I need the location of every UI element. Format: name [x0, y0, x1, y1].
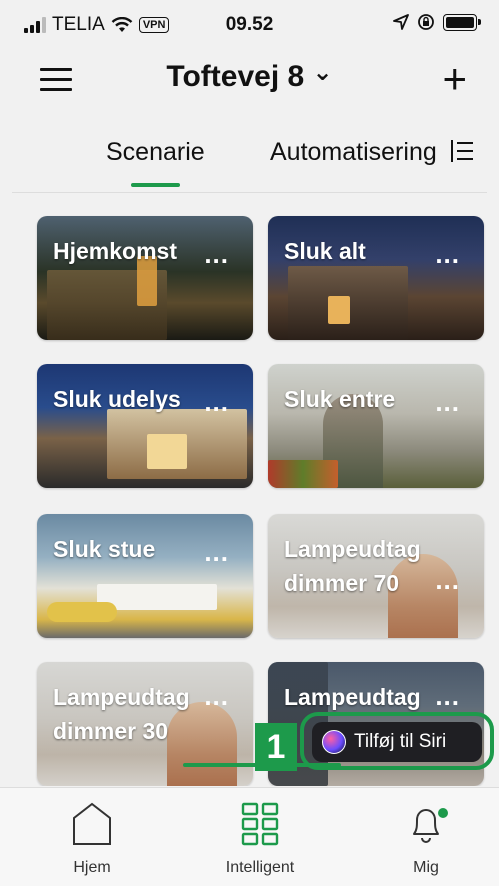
more-options-icon[interactable]: ... — [204, 389, 229, 415]
orientation-lock-icon — [418, 14, 434, 30]
divider — [12, 192, 487, 193]
tab-scenarie[interactable]: Scenarie — [106, 138, 205, 167]
nav-intelligent[interactable]: Intelligent — [180, 788, 340, 886]
scene-name: Lampeudtag dimmer 30 — [53, 684, 190, 744]
bell-icon — [413, 809, 439, 843]
scene-name: Sluk entre — [284, 386, 396, 412]
chevron-down-icon: ⌄ — [312, 59, 333, 86]
add-to-siri-button[interactable]: Tilføj til Siri — [312, 722, 482, 762]
scene-card-lampeudtag-dimmer-70[interactable]: Lampeudtag dimmer 70 ... — [268, 514, 484, 638]
scene-card-sluk-udelys[interactable]: Sluk udelys ... — [37, 364, 253, 488]
location-arrow-icon — [393, 14, 409, 30]
active-nav-indicator — [183, 763, 341, 767]
grid-icon — [241, 802, 279, 846]
siri-icon — [322, 730, 346, 754]
more-options-icon[interactable]: ... — [204, 241, 229, 267]
scene-name: Sluk stue — [53, 536, 156, 562]
nav-label: Hjem — [73, 859, 111, 876]
scene-card-lampeudtag-dimmer-30[interactable]: Lampeudtag dimmer 30 ... — [37, 662, 253, 786]
scene-card-sluk-stue[interactable]: Sluk stue ... — [37, 514, 253, 638]
scene-name: Sluk alt — [284, 238, 366, 264]
battery-icon — [443, 13, 481, 31]
more-options-icon[interactable]: ... — [204, 683, 229, 709]
sort-list-icon[interactable] — [451, 136, 477, 168]
home-selector[interactable]: Toftevej 8 ⌄ — [166, 59, 333, 93]
scene-card-hjemkomst[interactable]: Hjemkomst ... — [37, 216, 253, 340]
nav-hjem[interactable]: Hjem — [12, 788, 172, 886]
segment-tabs: Scenarie Automatisering — [0, 112, 499, 192]
scene-name: Hjemkomst — [53, 238, 177, 264]
plus-icon[interactable]: + — [442, 58, 467, 100]
scene-name: Lampeudtag — [284, 684, 421, 710]
active-tab-underline — [131, 183, 180, 187]
more-options-icon[interactable]: ... — [435, 389, 460, 415]
home-title-text: Toftevej 8 — [166, 60, 305, 93]
nav-label: Intelligent — [225, 859, 295, 876]
notification-dot — [438, 808, 448, 818]
scene-card-sluk-alt[interactable]: Sluk alt ... — [268, 216, 484, 340]
status-right — [393, 13, 481, 31]
more-options-icon[interactable]: ... — [435, 241, 460, 267]
more-options-icon[interactable]: ... — [435, 683, 460, 709]
scene-grid: Hjemkomst ... Sluk alt ... Sluk udelys .… — [0, 196, 499, 786]
nav-mig[interactable]: Mig — [346, 788, 499, 886]
nav-label: Mig — [413, 859, 439, 876]
scene-card-sluk-entre[interactable]: Sluk entre ... — [268, 364, 484, 488]
home-icon — [73, 802, 111, 845]
tab-automatisering[interactable]: Automatisering — [270, 138, 437, 167]
home-title: Toftevej 8 ⌄ — [0, 59, 499, 94]
more-options-icon[interactable]: ... — [204, 539, 229, 565]
bottom-nav: Hjem Intelligent Mig — [0, 787, 499, 886]
more-options-icon[interactable]: ... — [435, 567, 460, 593]
scene-name: Sluk udelys — [53, 386, 181, 412]
scene-name: Lampeudtag dimmer 70 — [284, 536, 421, 596]
add-to-siri-label: Tilføj til Siri — [354, 731, 447, 752]
header: Toftevej 8 ⌄ + — [0, 50, 499, 112]
status-bar: TELIA VPN 09.52 — [0, 0, 499, 50]
